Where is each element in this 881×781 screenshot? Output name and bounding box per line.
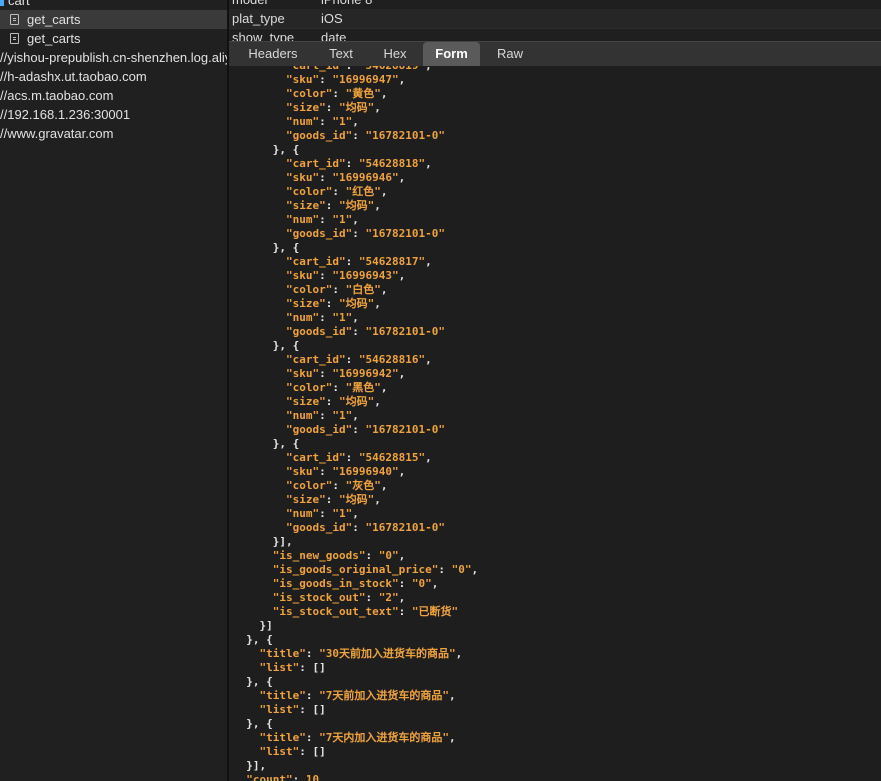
json-line: "title": "30天前加入进货车的商品", (259, 647, 463, 660)
json-line: "goods_id": "16782101-0" (285, 129, 445, 142)
json-line: "list": [] (259, 703, 326, 716)
json-line: "goods_id": "16782101-0" (285, 521, 445, 534)
json-line: "title": "7天内加入进货车的商品", (259, 731, 456, 744)
json-line: }, { (233, 241, 300, 254)
tree-folder-cart[interactable]: cart (0, 0, 227, 10)
json-line: "count": 10 (246, 773, 320, 781)
prop-value: iPhone 8 (321, 0, 372, 9)
json-line: "num": "1", (285, 115, 359, 128)
json-line: }, { (233, 437, 300, 450)
json-line: }, { (233, 143, 300, 156)
json-line: "size": "均码", (285, 297, 381, 310)
tab-raw[interactable]: Raw (487, 42, 533, 66)
json-line: "size": "均码", (285, 493, 381, 506)
json-line: "is_goods_original_price": "0", (272, 563, 479, 576)
json-line: "sku": "16996940", (285, 465, 406, 478)
json-line: "num": "1", (285, 311, 359, 324)
json-line: }], (233, 535, 293, 548)
sidebar: cart get_carts get_carts //yishou-prepub… (0, 0, 227, 781)
json-line: }, { (233, 675, 273, 688)
json-line: }], (233, 759, 267, 772)
tab-text[interactable]: Text (317, 42, 365, 66)
host-item-adashx[interactable]: //h-adashx.ut.taobao.com (0, 67, 227, 86)
tab-headers[interactable]: Headers (237, 42, 309, 66)
host-label: //192.168.1.236:30001 (0, 107, 131, 122)
json-line: }, { (233, 633, 273, 646)
host-label: //www.gravatar.com (0, 126, 114, 141)
json-line: "cart_id": "54628815", (285, 451, 432, 464)
prop-value: iOS (321, 11, 343, 26)
json-line: "color": "黄色", (285, 87, 388, 100)
json-line: }] (233, 619, 273, 632)
json-line: "num": "1", (285, 507, 359, 520)
prop-key: model (232, 0, 267, 9)
json-line: "size": "均码", (285, 395, 381, 408)
prop-key: plat_type (232, 11, 285, 26)
host-label: //h-adashx.ut.taobao.com (0, 69, 147, 84)
json-line: "sku": "16996947", (285, 73, 406, 86)
file-icon (10, 14, 19, 25)
json-line: "is_new_goods": "0", (272, 549, 406, 562)
json-line: "cart_id": "54628819", (233, 66, 432, 73)
json-line: "sku": "16996943", (285, 269, 406, 282)
request-properties: model iPhone 8 plat_type iOS show_type d… (229, 0, 881, 44)
host-label: //acs.m.taobao.com (0, 88, 114, 103)
json-line: "is_goods_in_stock": "0", (272, 577, 439, 590)
host-item-acs[interactable]: //acs.m.taobao.com (0, 86, 227, 105)
json-line: "goods_id": "16782101-0" (285, 325, 445, 338)
json-line: "is_stock_out": "2", (272, 591, 406, 604)
tab-hex[interactable]: Hex (372, 42, 418, 66)
json-line: "color": "灰色", (285, 479, 388, 492)
file-icon (10, 33, 19, 44)
host-item-local-ip[interactable]: //192.168.1.236:30001 (0, 105, 227, 124)
file-label: get_carts (27, 12, 81, 27)
json-response-view[interactable]: "cart_id": "54628819", "sku": "16996947"… (229, 66, 881, 781)
json-line: "size": "均码", (285, 101, 381, 114)
folder-icon (0, 0, 4, 7)
json-line: "list": [] (259, 661, 326, 674)
host-label: //yishou-prepublish.cn-shenzhen.log.aliy (0, 50, 227, 65)
json-line: "sku": "16996942", (285, 367, 406, 380)
json-line: }, { (233, 339, 300, 352)
json-line: }, { (233, 717, 273, 730)
json-line: "goods_id": "16782101-0" (285, 423, 445, 436)
json-line: "goods_id": "16782101-0" (285, 227, 445, 240)
json-line: "cart_id": "54628816", (285, 353, 432, 366)
json-line: "cart_id": "54628818", (285, 157, 432, 170)
file-label: get_carts (27, 31, 81, 46)
json-line: "color": "白色", (285, 283, 388, 296)
json-line: "color": "红色", (285, 185, 388, 198)
tab-form[interactable]: Form (423, 42, 480, 66)
json-line: "cart_id": "54628817", (285, 255, 432, 268)
host-item-gravatar[interactable]: //www.gravatar.com (0, 124, 227, 143)
json-line: "list": [] (259, 745, 326, 758)
json-line: "size": "均码", (285, 199, 381, 212)
folder-label: cart (8, 0, 30, 8)
tree-file-get-carts-2[interactable]: get_carts (0, 29, 227, 48)
tree-file-get-carts-1[interactable]: get_carts (0, 10, 227, 29)
host-item-yishou[interactable]: //yishou-prepublish.cn-shenzhen.log.aliy (0, 48, 227, 67)
response-tab-bar: Headers Text Hex Form Raw (229, 41, 881, 67)
json-line: "is_stock_out_text": "已断货" (272, 605, 459, 618)
json-line: "color": "黑色", (285, 381, 388, 394)
json-line: "num": "1", (285, 213, 359, 226)
json-line: "num": "1", (285, 409, 359, 422)
prop-row: plat_type iOS (229, 9, 881, 29)
json-line: "sku": "16996946", (285, 171, 406, 184)
json-line: "title": "7天前加入进货车的商品", (259, 689, 456, 702)
